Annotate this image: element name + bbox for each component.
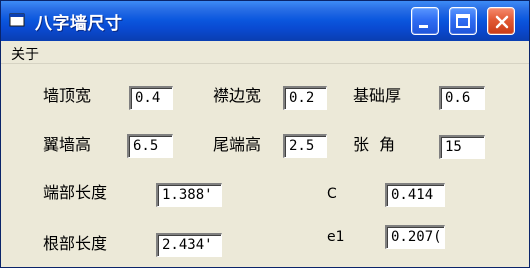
form-area: 墙顶宽 0.4 襟边宽 0.2 基础厚 0.6 翼墙高 6.5 尾端高 2.5 … [1, 64, 529, 267]
menu-item-about[interactable]: 关于 [11, 44, 39, 64]
close-icon [495, 15, 509, 29]
label-wei-duan-gao: 尾端高 [213, 135, 262, 154]
input-wei-duan-gao[interactable]: 2.5 [283, 134, 327, 158]
title-bar[interactable]: 八字墙尺寸 [1, 1, 529, 41]
input-zhang-jiao[interactable]: 15 [439, 135, 485, 159]
minimize-button[interactable] [411, 7, 439, 35]
window-title: 八字墙尺寸 [35, 14, 123, 34]
output-c[interactable]: 0.414 [385, 183, 445, 207]
label-c: C [327, 186, 337, 202]
app-window: 八字墙尺寸 关于 墙顶宽 0.4 襟边宽 0.2 基础厚 0.6 翼墙高 6.5… [0, 0, 530, 268]
label-yi-qiang-gao: 翼墙高 [43, 135, 92, 154]
label-e1: e1 [327, 229, 345, 245]
label-ji-chu-hou: 基础厚 [353, 86, 402, 105]
label-gen-bu-chang-du: 根部长度 [43, 234, 108, 253]
label-duan-bu-chang-du: 端部长度 [43, 183, 108, 202]
output-e1[interactable]: 0.207( [385, 225, 445, 249]
close-button[interactable] [487, 7, 515, 35]
label-qin-bian-kuan: 襟边宽 [213, 86, 262, 105]
label-qiang-ding-kuan: 墙顶宽 [43, 86, 92, 105]
label-zhang-jiao: 张 角 [353, 135, 396, 154]
menu-bar: 关于 [1, 41, 529, 64]
minimize-icon [419, 25, 428, 28]
maximize-button[interactable] [449, 7, 477, 35]
input-qiang-ding-kuan[interactable]: 0.4 [129, 86, 173, 110]
window-app-icon [9, 13, 25, 27]
input-ji-chu-hou[interactable]: 0.6 [439, 86, 485, 110]
maximize-icon [456, 14, 470, 28]
output-gen-bu-chang-du[interactable]: 2.434' [156, 233, 222, 257]
output-duan-bu-chang-du[interactable]: 1.388' [156, 183, 222, 207]
input-qin-bian-kuan[interactable]: 0.2 [283, 86, 327, 110]
input-yi-qiang-gao[interactable]: 6.5 [127, 134, 173, 158]
